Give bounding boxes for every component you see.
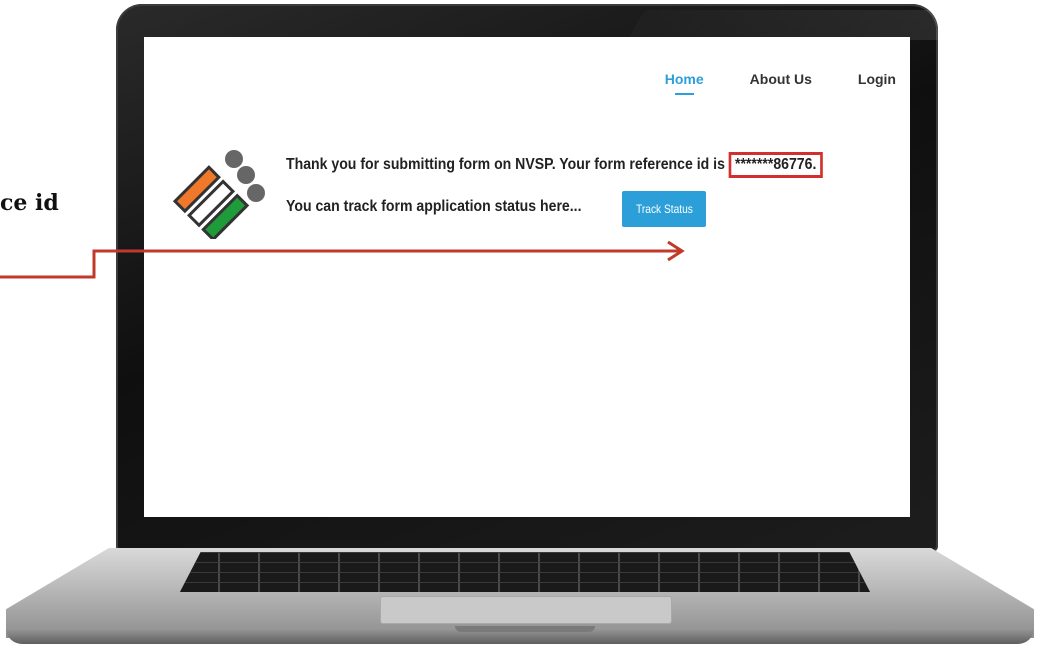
- keyboard-rows: [180, 552, 870, 592]
- nav-about-us-link[interactable]: About Us: [750, 71, 812, 87]
- track-status-message: You can track form application status he…: [286, 198, 582, 215]
- confirmation-text: Thank you for submitting form on NVSP. Y…: [286, 156, 729, 173]
- reference-id-value: *******86776.: [734, 156, 817, 173]
- reference-id-highlight: *******86776.: [728, 152, 823, 178]
- nav-home-link[interactable]: Home: [665, 71, 704, 95]
- ballot-voter-logo-icon: [172, 150, 265, 239]
- callout-label: ce id: [0, 190, 59, 216]
- laptop-screen: Home About Us Login Thank you for submit…: [144, 37, 910, 517]
- top-navigation: Home About Us Login: [665, 71, 896, 95]
- track-status-label: Track Status: [635, 202, 693, 216]
- lid-glare: [627, 10, 1040, 40]
- track-status-button[interactable]: Track Status: [622, 191, 706, 227]
- laptop-notch: [455, 626, 595, 632]
- laptop-trackpad: [380, 596, 672, 624]
- confirmation-message: Thank you for submitting form on NVSP. Y…: [286, 152, 823, 178]
- nav-login-link[interactable]: Login: [858, 71, 896, 87]
